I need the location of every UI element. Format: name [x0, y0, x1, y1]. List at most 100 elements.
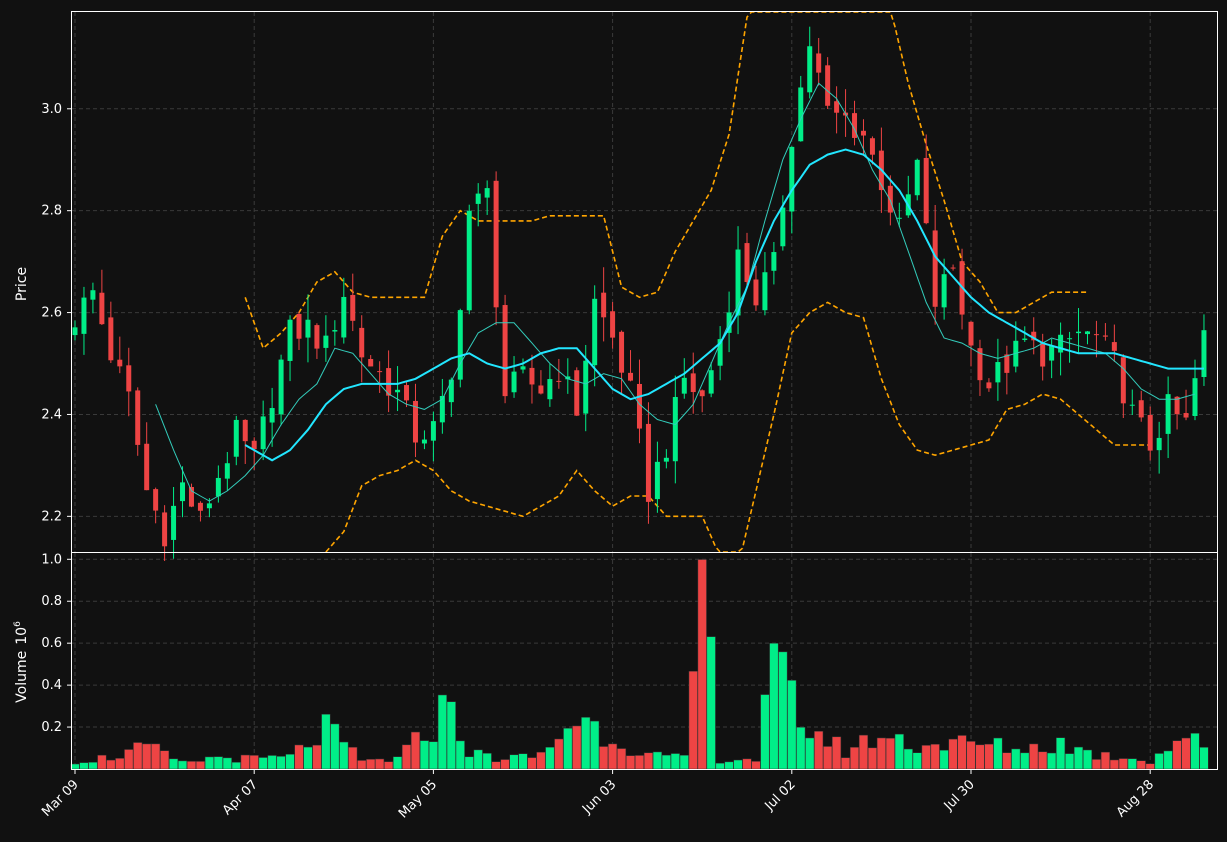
candle-body-9 [153, 489, 159, 511]
candle-body-100 [968, 321, 974, 346]
volume-bar-55 [563, 728, 573, 770]
volume-bar-5 [115, 758, 125, 770]
candle-body-75 [744, 243, 750, 283]
volume-bar-29 [330, 723, 340, 770]
candle-body-45 [475, 193, 481, 204]
candle-body-7 [135, 390, 141, 445]
volume-bar-89 [867, 747, 877, 770]
volume-bar-16 [213, 756, 223, 770]
candle-body-103 [995, 362, 1001, 383]
volume-bar-91 [885, 737, 895, 770]
volume-bar-17 [222, 757, 232, 770]
candle-body-52 [538, 385, 544, 394]
candle-body-31 [350, 294, 356, 321]
candle-body-108 [1040, 342, 1046, 367]
candle-body-114 [1093, 334, 1099, 336]
volume-bar-42 [446, 701, 456, 770]
candle-body-11 [171, 505, 177, 540]
candle-body-24 [287, 319, 293, 361]
volume-bar-39 [419, 740, 429, 770]
volume-bar-70 [697, 559, 707, 770]
volume-bar-97 [939, 749, 949, 770]
volume-bar-64 [643, 752, 653, 770]
candle-body-59 [601, 292, 607, 318]
candle-body-60 [610, 311, 616, 338]
volume-bar-82 [805, 737, 815, 770]
volume-bar-57 [581, 717, 591, 770]
candle-body-91 [887, 185, 893, 213]
volume-bar-26 [303, 746, 313, 770]
volume-bar-92 [894, 733, 904, 770]
volume-bar-62 [625, 755, 636, 770]
candle-body-65 [654, 461, 660, 500]
candle-body-84 [825, 65, 831, 106]
price-axis-label: Price [14, 267, 30, 301]
candle-body-61 [619, 331, 625, 373]
candle-body-20 [251, 440, 257, 450]
candle-body-25 [296, 313, 302, 339]
volume-bar-109 [1047, 752, 1057, 770]
volume-bar-83 [814, 731, 824, 770]
candle-body-3 [99, 292, 105, 325]
volume-bar-58 [590, 720, 600, 770]
price-ytick-label-2: 2.6 [41, 306, 62, 321]
candle-body-81 [798, 87, 804, 142]
volume-bar-11 [169, 758, 179, 770]
volume-bar-69 [688, 670, 698, 770]
candle-body-82 [807, 46, 813, 93]
volume-bar-90 [876, 737, 886, 770]
volume-bar-95 [921, 745, 931, 770]
volume-bar-115 [1100, 751, 1110, 770]
candle-body-30 [341, 296, 347, 338]
volume-bar-36 [393, 756, 403, 770]
candle-body-111 [1067, 338, 1073, 340]
volume-bar-68 [679, 755, 689, 770]
candle-body-27 [314, 325, 320, 349]
volume-bar-10 [160, 750, 170, 770]
volume-bar-38 [410, 731, 421, 770]
volume-bar-33 [366, 759, 376, 770]
candle-body-18 [233, 419, 239, 457]
candle-body-79 [780, 207, 786, 247]
volume-bar-71 [706, 636, 716, 770]
candle-body-53 [547, 379, 553, 400]
candle-body-39 [421, 439, 427, 444]
candle-body-17 [224, 463, 230, 479]
candle-body-40 [430, 421, 436, 441]
candle-body-113 [1084, 331, 1090, 335]
volume-bar-65 [652, 751, 662, 770]
candle-body-37 [404, 385, 410, 401]
candle-body-14 [197, 502, 203, 511]
volume-bar-106 [1020, 752, 1030, 770]
price-ytick-label-4: 3.0 [41, 102, 62, 117]
volume-bar-23 [276, 756, 286, 770]
candle-body-85 [834, 101, 840, 113]
candle-body-26 [305, 319, 311, 338]
volume-bar-31 [348, 747, 358, 770]
candle-body-126 [1201, 330, 1207, 378]
volume-bar-116 [1109, 759, 1119, 770]
volume-bar-108 [1038, 751, 1048, 770]
volume-bar-118 [1127, 758, 1137, 770]
volume-bar-84 [823, 746, 833, 770]
volume-bar-43 [455, 740, 465, 770]
volume-bar-45 [473, 749, 483, 770]
candlestick-chart: 2.22.42.62.83.0 0.20.40.60.81.0 Mar 09 Ap… [0, 0, 1227, 842]
volume-bar-18 [231, 762, 241, 770]
volume-bar-24 [285, 754, 295, 770]
candle-body-57 [583, 360, 589, 414]
volume-bar-111 [1065, 753, 1075, 770]
candle-body-4 [108, 317, 114, 361]
volume-axis-exponent-base: 10 [14, 627, 30, 645]
volume-bar-112 [1073, 746, 1084, 770]
volume-bar-102 [984, 743, 994, 770]
candle-body-122 [1165, 394, 1171, 434]
volume-bar-126 [1199, 747, 1209, 770]
candle-body-23 [278, 359, 284, 415]
volume-bar-8 [142, 743, 152, 770]
volume-bar-6 [124, 749, 134, 770]
volume-axis-label-text: Volume [14, 651, 30, 703]
volume-bar-20 [249, 755, 259, 770]
volume-bar-107 [1029, 743, 1039, 770]
volume-bar-86 [841, 757, 851, 770]
